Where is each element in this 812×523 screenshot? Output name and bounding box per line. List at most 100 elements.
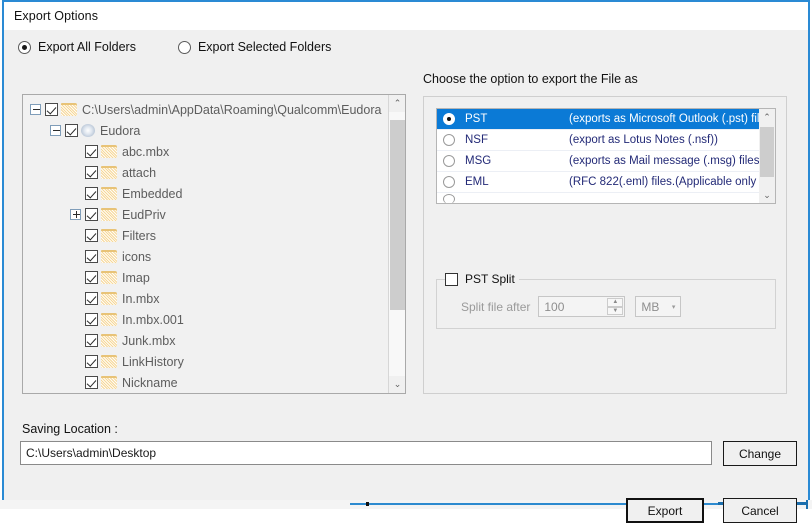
pst-split-checkbox-row[interactable]: PST Split [445,272,519,286]
tree-item-checkbox[interactable] [85,145,98,158]
tree-collapse-icon[interactable] [30,104,41,115]
folder-icon [101,292,117,305]
tree-item-label: C:\Users\admin\AppData\Roaming\Qualcomm\… [82,103,381,117]
split-size-stepper[interactable]: 100 ▲ ▼ [538,296,625,317]
folder-icon [101,271,117,284]
cancel-button[interactable]: Cancel [723,498,797,523]
export-button[interactable]: Export [626,498,704,523]
export-scope-radio-group: Export All Folders Export Selected Folde… [18,40,331,54]
tree-row[interactable]: Imap [23,267,390,288]
folder-icon [101,355,117,368]
tree-item-label: EudPriv [122,208,166,222]
tree-item-checkbox[interactable] [85,166,98,179]
folder-tree-scroll-track[interactable] [389,112,406,376]
format-scroll-up-arrow-icon[interactable]: ⌃ [759,109,775,125]
tree-item-checkbox[interactable] [85,292,98,305]
tree-item-label: abc.mbx [122,145,169,159]
scroll-up-arrow-icon[interactable]: ⌃ [389,95,406,112]
tree-item-label: Embedded [122,187,182,201]
tree-row[interactable]: icons [23,246,390,267]
tree-item-label: In.mbx.001 [122,313,184,327]
radio-all-folders-icon[interactable] [18,41,31,54]
format-scroll-thumb[interactable] [760,127,774,177]
radio-selected-folders-icon[interactable] [178,41,191,54]
tree-row[interactable]: Filters [23,225,390,246]
tree-item-label: attach [122,166,156,180]
pst-split-checkbox[interactable] [445,273,458,286]
saving-location-label: Saving Location : [22,422,118,436]
export-format-row-partial[interactable] [437,193,775,199]
tree-item-checkbox[interactable] [85,334,98,347]
tree-item-checkbox[interactable] [85,229,98,242]
export-format-radio-icon[interactable] [443,194,455,204]
folder-tree-scroll-thumb[interactable] [390,120,405,310]
tree-row[interactable]: C:\Users\admin\AppData\Roaming\Qualcomm\… [23,99,390,120]
folder-icon [101,145,117,158]
export-format-key: EML [465,176,569,188]
tree-item-checkbox[interactable] [85,187,98,200]
export-format-row[interactable]: PST(exports as Microsoft Outlook (.pst) … [437,109,775,130]
change-location-button[interactable]: Change [723,441,797,466]
split-unit-select[interactable]: MB ▾ [635,296,681,317]
export-format-radio-icon[interactable] [443,176,455,188]
disc-icon [81,124,95,137]
folder-icon [101,250,117,263]
tree-row[interactable]: In.mbx.001 [23,309,390,330]
export-format-row[interactable]: NSF(export as Lotus Notes (.nsf)) [437,130,775,151]
tree-row[interactable]: attach [23,162,390,183]
export-format-list[interactable]: PST(exports as Microsoft Outlook (.pst) … [436,108,776,204]
tree-row[interactable]: EudPriv [23,204,390,225]
tree-row[interactable]: In.mbx [23,288,390,309]
tree-item-label: Junk.mbx [122,334,176,348]
tree-item-checkbox[interactable] [65,124,78,137]
tree-item-checkbox[interactable] [85,376,98,389]
tree-item-label: In.mbx [122,292,160,306]
saving-location-input[interactable]: C:\Users\admin\Desktop [20,441,712,465]
tree-row[interactable]: Out.mbx [23,393,390,394]
radio-export-all-folders[interactable]: Export All Folders [18,40,136,54]
folder-icon [101,166,117,179]
scroll-down-arrow-icon[interactable]: ⌄ [389,376,406,393]
folder-icon [101,334,117,347]
spin-down-icon[interactable]: ▼ [607,307,623,316]
folder-icon [101,208,117,221]
export-format-scrollbar[interactable]: ⌃ ⌄ [759,109,775,203]
tree-row[interactable]: Junk.mbx [23,330,390,351]
spin-up-icon[interactable]: ▲ [607,298,623,307]
tree-item-checkbox[interactable] [85,313,98,326]
tree-row[interactable]: abc.mbx [23,141,390,162]
tree-expand-icon[interactable] [70,209,81,220]
tree-item-label: LinkHistory [122,355,184,369]
folder-icon [101,229,117,242]
chevron-down-icon: ▾ [672,303,676,311]
split-size-spin-buttons[interactable]: ▲ ▼ [607,298,623,315]
tree-item-checkbox[interactable] [85,208,98,221]
tree-item-checkbox[interactable] [45,103,58,116]
folder-icon [101,187,117,200]
tree-row[interactable]: Nickname [23,372,390,393]
tree-item-checkbox[interactable] [85,250,98,263]
tree-item-label: Nickname [122,376,178,390]
folder-tree-scrollbar[interactable]: ⌃ ⌄ [388,95,405,393]
export-format-description: (RFC 822(.eml) files.(Applicable only fo… [569,176,775,188]
tree-row[interactable]: Embedded [23,183,390,204]
split-size-value: 100 [539,300,564,314]
export-format-radio-icon[interactable] [443,113,455,125]
pst-split-label: PST Split [465,272,515,286]
export-format-row[interactable]: MSG(exports as Mail message (.msg) files… [437,151,775,172]
tree-collapse-icon[interactable] [50,125,61,136]
radio-export-selected-folders[interactable]: Export Selected Folders [178,40,331,54]
export-format-radio-icon[interactable] [443,134,455,146]
export-format-group: PST(exports as Microsoft Outlook (.pst) … [423,96,787,394]
format-scroll-down-arrow-icon[interactable]: ⌄ [759,187,775,203]
export-format-radio-icon[interactable] [443,155,455,167]
tree-row[interactable]: LinkHistory [23,351,390,372]
tree-row[interactable]: Eudora [23,120,390,141]
tree-item-checkbox[interactable] [85,271,98,284]
folder-icon [61,103,77,116]
tree-item-checkbox[interactable] [85,355,98,368]
folder-tree-panel[interactable]: C:\Users\admin\AppData\Roaming\Qualcomm\… [22,94,406,394]
export-format-key: NSF [465,134,569,146]
page-title: Export Options [14,9,98,23]
export-format-row[interactable]: EML(RFC 822(.eml) files.(Applicable only… [437,172,775,193]
